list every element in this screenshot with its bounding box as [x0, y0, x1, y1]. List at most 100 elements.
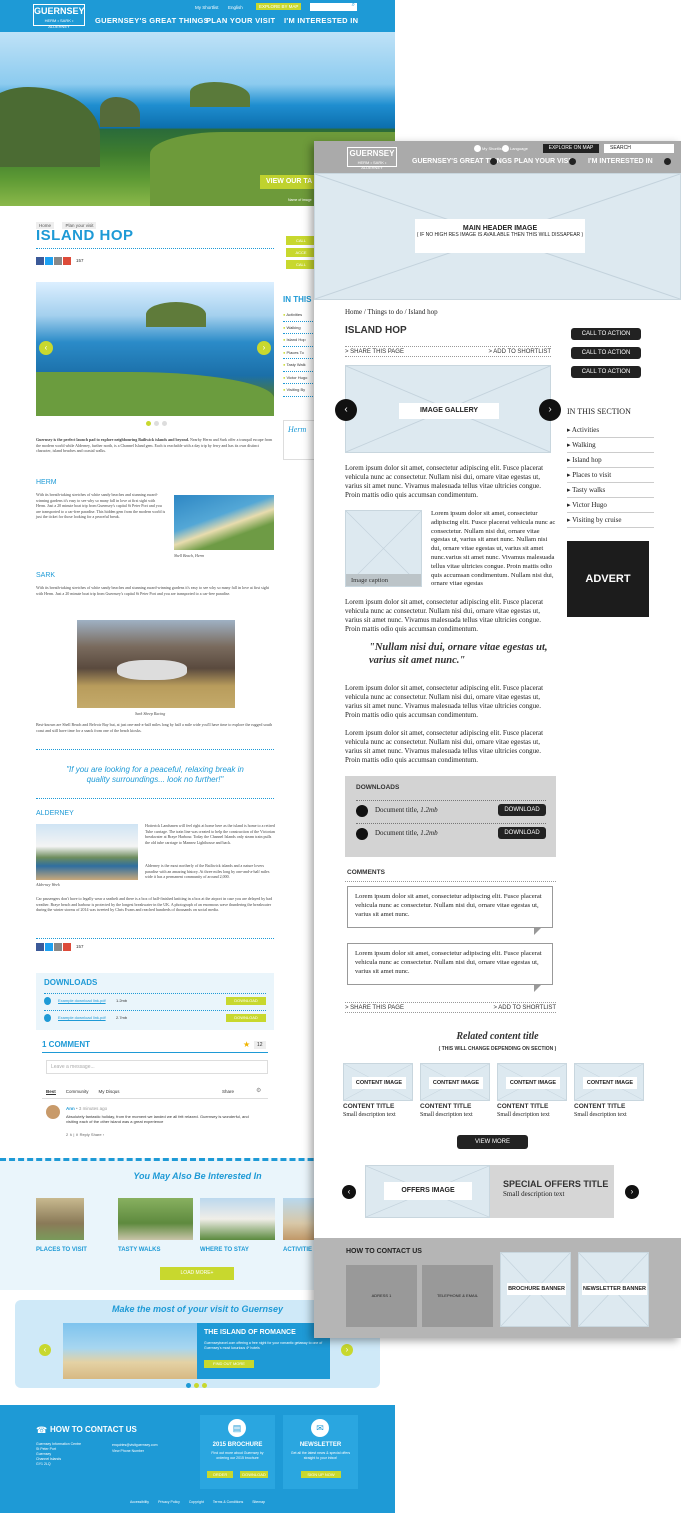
section-item[interactable]: ▸ Island hop	[567, 453, 654, 468]
guernsey-logo[interactable]: GUERNSEY HERM • SARK • ALDERNEY	[33, 4, 85, 29]
promo-prev-button[interactable]: ‹	[39, 1344, 51, 1356]
hero-cta-button[interactable]: VIEW OUR TA	[260, 175, 320, 189]
content-image[interactable]: CONTENT IMAGE	[497, 1063, 567, 1101]
plus-icon[interactable]	[63, 943, 71, 951]
dot[interactable]	[146, 421, 151, 426]
footer-link[interactable]: Sitemap	[252, 1500, 265, 1504]
cta-button-3[interactable]: CALL TO ACTION	[571, 366, 641, 378]
also-stay[interactable]: WHERE TO STAY	[200, 1247, 249, 1253]
content-image[interactable]: CONTENT IMAGE	[574, 1063, 644, 1101]
shortlist-link[interactable]: My Shortlist	[482, 146, 503, 151]
stay-image[interactable]	[200, 1198, 275, 1240]
section-item[interactable]: ▸ Tasty walks	[567, 483, 654, 498]
gallery-next-button[interactable]: ›	[257, 341, 271, 355]
brochure-banner[interactable]: BROCHURE BANNER	[500, 1252, 571, 1327]
content-title[interactable]: CONTENT TITLE	[574, 1103, 625, 1110]
language-select[interactable]: English	[228, 5, 243, 10]
also-places[interactable]: PLACES TO VISIT	[36, 1247, 87, 1253]
dot[interactable]	[162, 421, 167, 426]
gallery-prev-button[interactable]: ‹	[39, 341, 53, 355]
nav-interested-in[interactable]: I'M INTERESTED IN	[588, 158, 653, 165]
newsletter-banner[interactable]: NEWSLETTER BANNER	[578, 1252, 649, 1327]
content-title[interactable]: CONTENT TITLE	[497, 1103, 548, 1110]
also-walks[interactable]: TASTY WALKS	[118, 1247, 160, 1253]
comment-author[interactable]: Ann	[66, 1106, 75, 1111]
star-icon[interactable]: ★	[243, 1040, 250, 1049]
download-link[interactable]: Example download link.pdf	[58, 998, 106, 1003]
add-shortlist-link[interactable]: > ADD TO SHORTLIST	[488, 347, 551, 357]
content-image[interactable]: CONTENT IMAGE	[343, 1063, 413, 1101]
share-page-link[interactable]: > SHARE THIS PAGE	[345, 349, 404, 355]
section-item[interactable]: ▸ Visiting by cruise	[567, 513, 654, 528]
footer-link[interactable]: Privacy Policy	[158, 1500, 180, 1504]
comment-input[interactable]: Leave a message...	[46, 1060, 268, 1074]
places-image[interactable]	[36, 1198, 84, 1240]
facebook-icon[interactable]	[36, 943, 44, 951]
tab-my-disqus[interactable]: My Disqus	[99, 1089, 120, 1095]
side-cta-3[interactable]: CALL	[286, 260, 316, 269]
cta-button-1[interactable]: CALL TO ACTION	[571, 328, 641, 340]
offers-image[interactable]: OFFERS IMAGE	[365, 1165, 490, 1218]
breadcrumb[interactable]: Home / Things to do / Island hop	[345, 308, 438, 317]
shortlist-link[interactable]: My Shortlist	[195, 5, 219, 10]
download-button[interactable]: DOWNLOAD	[498, 804, 546, 816]
dot[interactable]	[186, 1383, 191, 1388]
download-brochure-button[interactable]: DOWNLOAD	[240, 1471, 268, 1478]
share-link[interactable]: Share	[222, 1089, 234, 1094]
facebook-icon[interactable]	[36, 257, 44, 265]
section-item[interactable]: ● Victor Hugo	[283, 372, 315, 384]
download-button[interactable]: DOWNLOAD	[226, 1014, 266, 1022]
tab-best[interactable]: Best	[46, 1089, 56, 1095]
explore-map-button[interactable]: EXPLORE ON MAP	[543, 144, 599, 153]
gear-icon[interactable]: ⚙	[256, 1087, 261, 1094]
phone-link[interactable]: View Phone Number	[112, 1448, 158, 1454]
dot[interactable]	[154, 421, 159, 426]
plus-icon[interactable]	[63, 257, 71, 265]
find-out-more-button[interactable]: FIND OUT MORE	[204, 1360, 254, 1368]
content-title[interactable]: CONTENT TITLE	[420, 1103, 471, 1110]
gallery-prev-button[interactable]: ‹	[335, 399, 357, 421]
view-more-button[interactable]: VIEW MORE	[457, 1135, 528, 1149]
search-input[interactable]: SEARCH	[604, 144, 674, 153]
nav-great-things[interactable]: GUERNSEY'S GREAT THINGS	[95, 16, 209, 25]
nav-interested-in[interactable]: I'M INTERESTED IN	[284, 16, 358, 25]
download-button[interactable]: DOWNLOAD	[498, 827, 546, 839]
section-item[interactable]: ● Walking	[283, 322, 315, 334]
also-activities[interactable]: ACTIVITIE	[283, 1247, 312, 1253]
section-item[interactable]: ▸ Victor Hugo	[567, 498, 654, 513]
language-select[interactable]: Language	[510, 146, 528, 151]
guernsey-logo[interactable]: GUERNSEY HERM • SARK • ALDERNEY	[347, 147, 397, 170]
twitter-icon[interactable]	[45, 943, 53, 951]
download-button[interactable]: DOWNLOAD	[226, 997, 266, 1005]
explore-map-button[interactable]: EXPLORE BY MAP	[256, 3, 302, 10]
email-icon[interactable]	[54, 257, 62, 265]
download-link[interactable]: Example download link.pdf	[58, 1015, 106, 1020]
promo-next-button[interactable]: ›	[341, 1344, 353, 1356]
nav-plan-visit[interactable]: PLAN YOUR VISIT	[514, 158, 575, 165]
footer-link[interactable]: Terms & Conditions	[213, 1500, 243, 1504]
offers-prev-button[interactable]: ‹	[342, 1185, 356, 1199]
section-item[interactable]: ▸ Places to visit	[567, 468, 654, 483]
section-item[interactable]: ▸ Walking	[567, 438, 654, 453]
footer-link[interactable]: Accessibility	[130, 1500, 149, 1504]
gallery-next-button[interactable]: ›	[539, 399, 561, 421]
search-input[interactable]: ⌕	[310, 2, 357, 11]
email-icon[interactable]	[54, 943, 62, 951]
advert-herm[interactable]: Herm	[283, 420, 315, 460]
nav-plan-visit[interactable]: PLAN YOUR VISIT	[206, 16, 275, 25]
avatar[interactable]	[46, 1105, 60, 1119]
add-shortlist-link[interactable]: > ADD TO SHORTLIST	[493, 1003, 556, 1013]
section-item[interactable]: ● Tasty Walk	[283, 359, 315, 372]
cta-button-2[interactable]: CALL TO ACTION	[571, 347, 641, 359]
section-item[interactable]: ● Places To	[283, 347, 315, 359]
section-item[interactable]: ▸ Activities	[567, 423, 654, 438]
comment-actions[interactable]: 2 ∧ | ∨ Reply Share ›	[66, 1132, 104, 1137]
dot[interactable]	[202, 1383, 207, 1388]
tab-community[interactable]: Community	[66, 1089, 89, 1095]
section-item[interactable]: ● Activities	[283, 309, 315, 322]
share-page-link[interactable]: > SHARE THIS PAGE	[345, 1005, 404, 1011]
footer-link[interactable]: Copyright	[189, 1500, 204, 1504]
side-cta-1[interactable]: CALL	[286, 236, 316, 245]
content-image[interactable]: CONTENT IMAGE	[420, 1063, 490, 1101]
content-title[interactable]: CONTENT TITLE	[343, 1103, 394, 1110]
